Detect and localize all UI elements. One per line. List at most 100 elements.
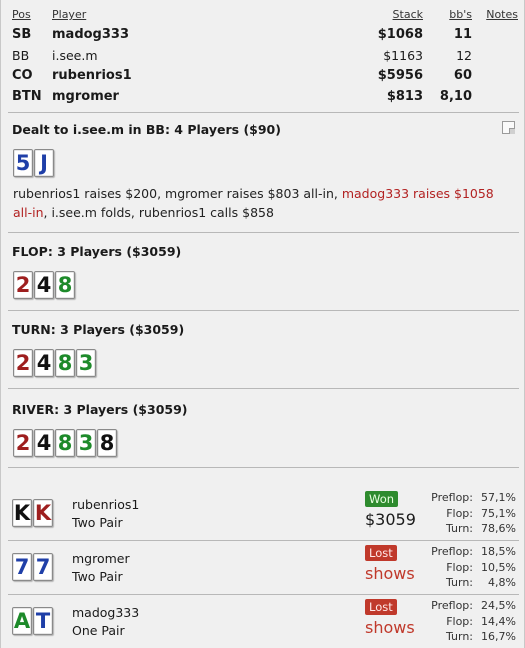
divider <box>8 594 519 595</box>
playing-card: 8 <box>55 271 75 299</box>
player-name: i.see.m <box>52 47 98 63</box>
hole-cards: 5J <box>13 149 54 177</box>
result-hand-rank: One Pair <box>72 623 125 638</box>
result-hand-rank: Two Pair <box>72 569 123 584</box>
equity-value: 16,7% <box>481 630 516 643</box>
preflop-actions-text-1: rubenrios1 raises $200, mgromer raises $… <box>13 186 342 201</box>
divider <box>8 232 519 233</box>
playing-card: 4 <box>34 429 54 457</box>
player-bb: 8,10 <box>439 88 472 104</box>
playing-card: K <box>33 499 53 527</box>
playing-card: 2 <box>13 271 33 299</box>
status-badge: Won <box>365 491 399 507</box>
equity-row: Flop: 75,1% <box>421 506 516 522</box>
equity-row: Flop: 10,5% <box>421 560 516 576</box>
player-name: madog333 <box>52 27 129 42</box>
status-badge: Lost <box>365 545 397 561</box>
equity-row: Turn: 78,6% <box>421 521 516 537</box>
result-amount: shows <box>365 618 415 637</box>
header-bb[interactable]: bb's <box>449 8 472 21</box>
player-stack: $1068 <box>377 27 423 42</box>
equity-value: 24,5% <box>481 599 516 612</box>
player-row[interactable]: BTN mgromer $813 8,10 <box>12 86 520 107</box>
result-amount: shows <box>365 564 415 583</box>
players-table-header: Pos Player Stack bb's Notes <box>12 8 520 24</box>
playing-card: 2 <box>13 349 33 377</box>
playing-card: 4 <box>34 349 54 377</box>
equity-label: Preflop: <box>431 599 473 612</box>
playing-card: 8 <box>55 429 75 457</box>
river-title: RIVER: 3 Players ($3059) <box>12 402 188 417</box>
header-notes[interactable]: Notes <box>486 8 518 21</box>
divider <box>8 388 519 389</box>
preflop-title: Dealt to i.see.m in BB: 4 Players ($90) <box>12 122 281 137</box>
player-stack: $813 <box>386 88 423 104</box>
shown-cards: AT <box>12 607 53 635</box>
flop-title: FLOP: 3 Players ($3059) <box>12 244 182 259</box>
equity-row: Preflop: 57,1% <box>421 490 516 506</box>
player-bb: 12 <box>456 47 472 63</box>
equity-label: Preflop: <box>431 545 473 558</box>
playing-card: T <box>33 607 53 635</box>
equity-label: Flop: <box>446 614 473 628</box>
equity-value: 4,8% <box>488 576 516 589</box>
header-pos[interactable]: Pos <box>12 8 31 21</box>
playing-card: J <box>34 149 54 177</box>
player-position: CO <box>12 68 33 83</box>
player-name: rubenrios1 <box>52 68 132 83</box>
result-amount: $3059 <box>365 510 416 529</box>
equity-label: Flop: <box>446 560 473 574</box>
playing-card: 3 <box>76 349 96 377</box>
divider <box>8 540 519 541</box>
river-cards: 24838 <box>13 429 117 457</box>
note-icon[interactable] <box>502 121 515 134</box>
shown-cards: 77 <box>12 553 53 581</box>
result-hand-rank: Two Pair <box>72 515 123 530</box>
playing-card: 2 <box>13 429 33 457</box>
result-row[interactable]: 7 7 mgromer Two Pair Lost shows Preflop: 18,5% F… <box>1 544 525 598</box>
header-stack[interactable]: Stack <box>393 8 423 21</box>
players-table: Pos Player Stack bb's Notes SB madog333 $1… <box>12 8 520 106</box>
player-position: SB <box>12 27 32 42</box>
equity-value: 14,4% <box>481 614 516 628</box>
player-position: BB <box>12 47 30 63</box>
equity-stats: Preflop: 24,5% Flop: 14,4% Turn: 16,7% <box>421 598 516 645</box>
equity-stats: Preflop: 18,5% Flop: 10,5% Turn: 4,8% <box>421 544 516 591</box>
result-player-name: rubenrios1 <box>72 497 140 512</box>
equity-label: Turn: <box>445 522 473 535</box>
playing-card: K <box>12 499 32 527</box>
equity-row: Preflop: 24,5% <box>421 598 516 614</box>
equity-value: 10,5% <box>481 560 516 574</box>
result-row[interactable]: K Krubenrios1 Two Pair Won $3059 Preflop: 57,1… <box>1 490 525 544</box>
equity-row: Preflop: 18,5% <box>421 544 516 560</box>
equity-stats: Preflop: 57,1% Flop: 75,1% Turn: 78,6% <box>421 490 516 537</box>
header-player[interactable]: Player <box>52 8 86 21</box>
turn-title: TURN: 3 Players ($3059) <box>12 322 185 337</box>
player-name: mgromer <box>52 88 119 104</box>
equity-label: Turn: <box>445 630 473 643</box>
playing-card: 7 <box>12 553 32 581</box>
equity-row: Flop: 14,4% <box>421 614 516 630</box>
playing-card: A <box>12 607 32 635</box>
hand-history-panel: Pos Player Stack bb's Notes SB madog333 $1… <box>0 0 525 648</box>
divider <box>8 467 519 468</box>
playing-card: 8 <box>97 429 117 457</box>
player-row[interactable]: BB i.see.m $1163 12 <box>12 45 520 66</box>
playing-card: 8 <box>55 349 75 377</box>
player-position: BTN <box>12 88 42 104</box>
result-player-name: madog333 <box>72 605 140 620</box>
playing-card: 7 <box>33 553 53 581</box>
playing-card: 4 <box>34 271 54 299</box>
divider <box>8 112 519 113</box>
equity-row: Turn: 16,7% <box>421 629 516 645</box>
equity-label: Turn: <box>445 576 473 589</box>
player-bb: 11 <box>453 27 472 42</box>
player-row[interactable]: SB madog333 $1068 11 <box>12 24 520 45</box>
status-badge: Lost <box>365 599 397 615</box>
player-row[interactable]: CO rubenrios1 $5956 60 <box>12 65 520 86</box>
result-row[interactable]: A Tmadog333 One Pair Lost shows Preflop: 24,5%… <box>1 598 525 648</box>
divider <box>8 310 519 311</box>
equity-label: Preflop: <box>431 491 473 504</box>
equity-value: 57,1% <box>481 491 516 504</box>
player-stack: $5956 <box>377 68 423 83</box>
